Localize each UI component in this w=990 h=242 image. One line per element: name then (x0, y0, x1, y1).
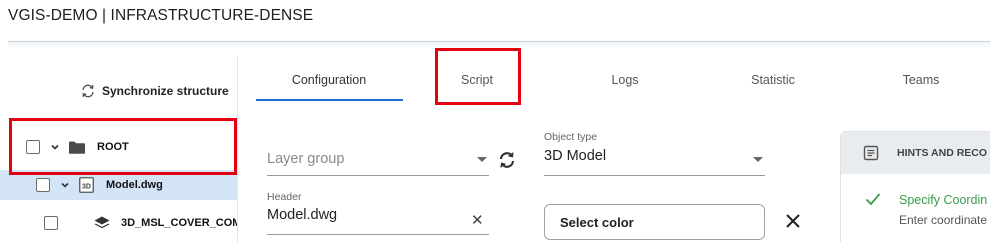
tab-script[interactable]: Script (403, 60, 551, 100)
tree-checkbox[interactable] (44, 216, 58, 230)
title-shade (8, 42, 990, 49)
synchronize-structure-label: Synchronize structure (102, 84, 229, 98)
tree-item-layer[interactable]: 3D_MSL_COVER_COMM (0, 208, 237, 238)
hints-panel: HINTS AND RECO Specify Coordin Enter coo… (840, 131, 990, 242)
tree-item-root[interactable]: ROOT (0, 132, 237, 162)
tree-item-label: Model.dwg (106, 179, 163, 191)
tree-item-label: ROOT (97, 141, 129, 153)
select-color-button[interactable]: Select color (544, 204, 765, 240)
tab-bar: Configuration Script Logs Statistic Team… (255, 60, 990, 102)
layer-group-underline (267, 175, 489, 176)
tab-teams[interactable]: Teams (847, 60, 990, 100)
header-label: Header (267, 191, 302, 203)
layers-icon (94, 216, 110, 231)
close-icon[interactable] (784, 212, 802, 230)
tab-logs[interactable]: Logs (551, 60, 699, 100)
hints-header: HINTS AND RECO (841, 132, 990, 174)
svg-text:3D: 3D (82, 184, 91, 191)
object-type-value: 3D Model (544, 148, 607, 164)
tree-checkbox[interactable] (26, 140, 40, 154)
tree-item-model-dwg[interactable]: 3D Model.dwg (0, 170, 237, 200)
hint-item-text: Enter coordinate (899, 213, 988, 227)
tree-item-label: 3D_MSL_COVER_COMM (121, 217, 237, 229)
active-tab-indicator (256, 99, 403, 101)
app-title: VGIS-DEMO | INFRASTRUCTURE-DENSE (8, 7, 314, 24)
layer-group-select[interactable]: Layer group (267, 150, 344, 168)
document-icon (863, 145, 879, 161)
synchronize-structure-button[interactable]: Synchronize structure (80, 83, 229, 99)
hints-title: HINTS AND RECO (897, 147, 988, 159)
tree-checkbox[interactable] (36, 178, 50, 192)
layer-group-placeholder: Layer group (267, 151, 345, 167)
object-type-dropdown-icon[interactable] (753, 157, 763, 162)
chevron-down-icon[interactable] (49, 141, 61, 153)
sync-icon (82, 84, 94, 98)
object-type-label: Object type (544, 131, 598, 143)
hint-item-title[interactable]: Specify Coordin (899, 193, 987, 207)
panel-divider (237, 57, 238, 242)
tab-configuration[interactable]: Configuration (255, 60, 403, 100)
object-type-select[interactable]: Object type 3D Model (544, 131, 606, 164)
clear-header-icon[interactable]: ✕ (471, 211, 484, 229)
object-type-underline (544, 175, 765, 176)
header-value: Model.dwg (267, 207, 338, 223)
header-underline (267, 234, 489, 235)
layer-group-dropdown-icon[interactable] (477, 157, 487, 162)
header-field[interactable]: Header Model.dwg (267, 191, 337, 223)
3d-model-icon: 3D (79, 177, 94, 193)
tab-statistic[interactable]: Statistic (699, 60, 847, 100)
folder-icon (69, 141, 85, 154)
chevron-down-icon[interactable] (59, 179, 71, 191)
check-icon (865, 193, 881, 206)
refresh-icon[interactable] (497, 150, 517, 170)
